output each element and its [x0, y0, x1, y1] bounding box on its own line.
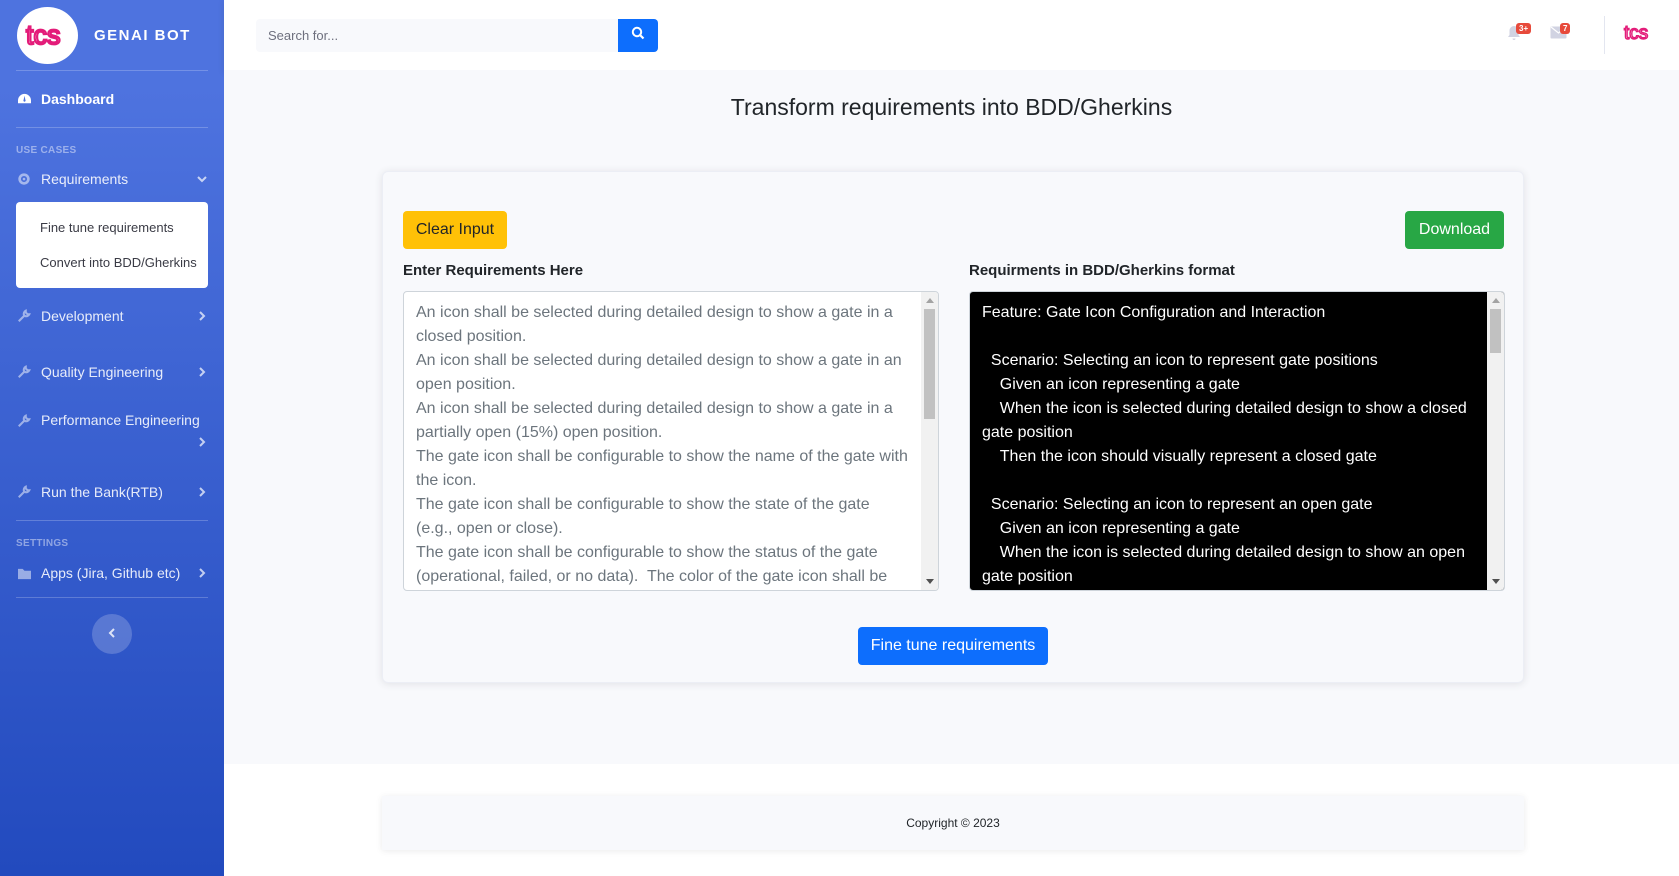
sidebar-item-dashboard[interactable]: Dashboard	[0, 71, 224, 127]
input-scrollbar[interactable]	[921, 292, 938, 590]
wrench-icon	[16, 364, 32, 380]
main-content: Transform requirements into BDD/Gherkins…	[224, 70, 1679, 764]
sidebar-item-quality-engineering[interactable]: Quality Engineering	[0, 344, 224, 400]
dashboard-icon	[16, 91, 32, 107]
converter-card: Clear Input Download Enter Requirements …	[382, 171, 1524, 683]
scrollbar-thumb[interactable]	[1490, 309, 1501, 353]
chevron-right-icon	[196, 436, 208, 448]
topbar-divider	[1604, 16, 1605, 54]
messages-dropdown[interactable]: 7	[1538, 0, 1578, 70]
user-profile-logo[interactable]: tcs	[1623, 22, 1657, 49]
wrench-icon	[16, 308, 32, 324]
svg-text:tcs: tcs	[26, 20, 61, 50]
alerts-badge: 3+	[1516, 23, 1532, 34]
clear-input-button[interactable]: Clear Input	[403, 211, 507, 249]
sidebar-item-performance-engineering[interactable]: Performance Engineering	[0, 400, 224, 464]
sidebar-toggle-button[interactable]	[92, 614, 132, 654]
tcs-logo: tcs	[17, 6, 78, 64]
output-scrollbar[interactable]	[1487, 292, 1504, 590]
input-label: Enter Requirements Here	[403, 262, 584, 279]
footer: Copyright © 2023	[224, 764, 1679, 876]
scrollbar-thumb[interactable]	[924, 309, 935, 419]
wrench-icon	[16, 413, 32, 429]
alerts-dropdown[interactable]: 3+	[1494, 0, 1534, 70]
topbar: 3+ 7 tcs	[224, 0, 1679, 70]
chevron-right-icon	[196, 310, 208, 322]
search-group	[256, 18, 658, 52]
search-icon	[631, 26, 645, 45]
chevron-right-icon	[196, 366, 208, 378]
fine-tune-requirements-button[interactable]: Fine tune requirements	[858, 627, 1048, 665]
chevron-right-icon	[196, 486, 208, 498]
topbar-right: 3+ 7 tcs	[1494, 0, 1679, 70]
requirements-input[interactable]: An icon shall be selected during detaile…	[403, 291, 939, 591]
sidebar-brand[interactable]: tcs GENAI BOT	[0, 0, 224, 70]
scroll-up-icon[interactable]	[921, 292, 938, 308]
sidebar-heading-use-cases: USE CASES	[16, 145, 77, 156]
brand-name: GENAI BOT	[94, 26, 191, 44]
scroll-down-icon[interactable]	[1487, 574, 1504, 590]
chevron-right-icon	[196, 567, 208, 579]
sidebar: tcs GENAI BOT Dashboard USE CASES Requir…	[0, 0, 224, 876]
search-button[interactable]	[618, 18, 658, 52]
logo-text: tcs	[1624, 23, 1648, 44]
sidebar-item-label: Run the Bank(RTB)	[41, 484, 163, 500]
requirements-submenu: Fine tune requirements Convert into BDD/…	[16, 202, 208, 288]
sidebar-item-label: Apps (Jira, Github etc)	[41, 565, 181, 581]
sidebar-item-development[interactable]: Development	[0, 288, 224, 344]
page-title: Transform requirements into BDD/Gherkins	[730, 94, 1173, 120]
sidebar-item-label: Quality Engineering	[41, 364, 164, 380]
bdd-output[interactable]: Feature: Gate Icon Configuration and Int…	[969, 291, 1505, 591]
sidebar-item-label: Requirements	[41, 171, 129, 187]
scroll-up-icon[interactable]	[1487, 292, 1504, 308]
download-button[interactable]: Download	[1405, 211, 1504, 249]
gear-icon	[16, 171, 32, 187]
submenu-item-fine-tune[interactable]: Fine tune requirements	[16, 210, 208, 245]
sidebar-heading-settings: SETTINGS	[16, 538, 69, 549]
sidebar-item-requirements[interactable]: Requirements	[0, 156, 224, 202]
footer-box: Copyright © 2023	[382, 796, 1524, 850]
sidebar-item-label: Performance Engineering	[41, 412, 200, 428]
sidebar-item-apps[interactable]: Apps (Jira, Github etc)	[0, 549, 224, 597]
sidebar-item-label: Dashboard	[41, 91, 115, 107]
chevron-left-icon	[107, 625, 117, 643]
scroll-down-icon[interactable]	[921, 574, 938, 590]
submenu-item-convert-bdd[interactable]: Convert into BDD/Gherkins	[16, 245, 208, 280]
requirements-input-text: An icon shall be selected during detaile…	[416, 304, 908, 585]
copyright-text: Copyright © 2023	[906, 816, 1000, 830]
sidebar-divider	[16, 597, 208, 598]
bdd-output-text: Feature: Gate Icon Configuration and Int…	[982, 304, 1467, 585]
sidebar-item-run-the-bank[interactable]: Run the Bank(RTB)	[0, 464, 224, 520]
search-input[interactable]	[256, 18, 618, 52]
output-label: Requirments in BDD/Gherkins format	[969, 262, 1235, 279]
folder-icon	[16, 565, 32, 581]
sidebar-item-label: Development	[41, 308, 124, 324]
chevron-down-icon	[196, 173, 208, 185]
wrench-icon	[16, 484, 32, 500]
messages-badge: 7	[1560, 23, 1571, 34]
